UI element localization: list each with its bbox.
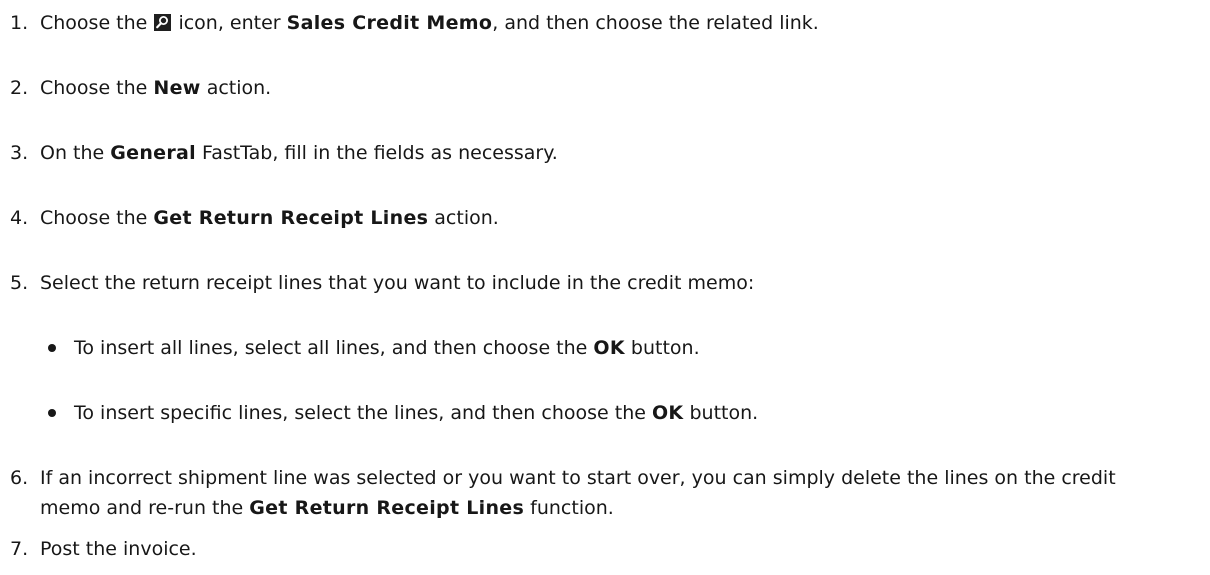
- bullet-text: To insert all lines, select all lines, a…: [74, 333, 700, 363]
- step-number: 6.: [10, 467, 29, 489]
- step-text: Choose the Get Return Receipt Lines acti…: [40, 203, 1160, 233]
- step-text-part: Choose the: [40, 77, 154, 99]
- bullet-dot: [48, 344, 56, 352]
- step-text-part: On the: [40, 142, 111, 164]
- step-text-part: Post the invoice.: [40, 538, 197, 560]
- bullet-text-bold: OK: [651, 402, 684, 424]
- step-text-part: action.: [200, 77, 272, 99]
- step-text-part: function.: [524, 497, 614, 519]
- bullet-text-bold: OK: [593, 337, 625, 359]
- step-text-bold: Get Return Receipt Lines: [153, 207, 429, 229]
- step-text-part: Select the return receipt lines that you…: [40, 272, 755, 294]
- bullet-text-part: button.: [683, 402, 759, 424]
- step-number: 1.: [10, 12, 29, 34]
- step-number: 5.: [10, 272, 29, 294]
- step-text-part: , and then choose the related link.: [492, 12, 819, 34]
- search-icon: [154, 14, 172, 31]
- step-text: If an incorrect shipment line was select…: [40, 463, 1180, 523]
- bullet-text-part: To insert specific lines, select the lin…: [74, 402, 652, 424]
- step-text: Select the return receipt lines that you…: [40, 268, 1160, 298]
- step-text-bold: New: [153, 77, 201, 99]
- step-text-bold: Sales Credit Memo: [286, 12, 493, 34]
- step-text: Choose the New action.: [40, 73, 1160, 103]
- step-number: 3.: [10, 142, 29, 164]
- step-text-bold: General: [110, 142, 196, 164]
- step-text-part: Choose the: [40, 207, 154, 229]
- step-text-part: FastTab, fill in the fields as necessary…: [195, 142, 558, 164]
- step-text: Choose the icon, enter Sales Credit Memo…: [40, 8, 1160, 38]
- bullet-text-part: button.: [624, 337, 700, 359]
- step-text-part: icon, enter: [172, 12, 287, 34]
- bullet-text: To insert specific lines, select the lin…: [74, 398, 758, 428]
- step-number: 4.: [10, 207, 29, 229]
- step-number: 2.: [10, 77, 29, 99]
- bullet-text-part: To insert all lines, select all lines, a…: [74, 337, 594, 359]
- step-text-bold: Get Return Receipt Lines: [249, 497, 525, 519]
- step-text-part: action.: [428, 207, 499, 229]
- bullet-dot: [48, 409, 56, 417]
- step-text: On the General FastTab, fill in the fiel…: [40, 138, 1160, 168]
- step-text: Post the invoice.: [40, 534, 1160, 564]
- step-text-part: Choose the: [40, 12, 154, 34]
- step-number: 7.: [10, 538, 29, 560]
